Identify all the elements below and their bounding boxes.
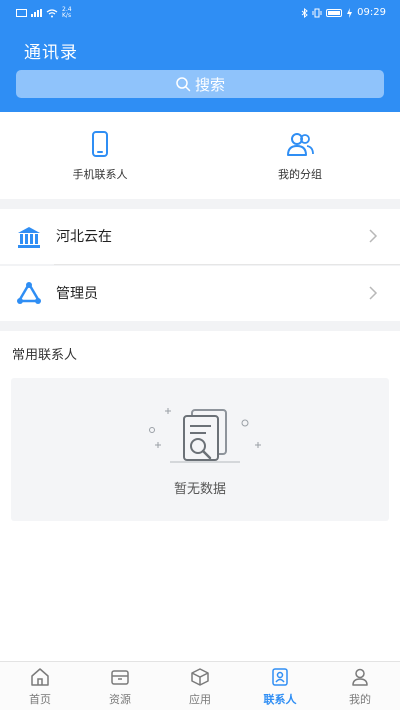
status-time: 09:29 xyxy=(357,7,386,18)
battery-icon xyxy=(326,8,343,17)
contacts-icon xyxy=(272,668,288,686)
cube-icon xyxy=(191,668,209,686)
status-right: 09:29 xyxy=(301,7,386,18)
sim-icon xyxy=(16,9,27,17)
bluetooth-icon xyxy=(301,7,308,18)
tab-label: 联系人 xyxy=(263,693,297,706)
header: 2.4 K/s 09:29 通讯录 搜索 xyxy=(0,0,400,112)
empty-state: 暂无数据 xyxy=(11,378,389,521)
org-row-admin[interactable]: 管理员 xyxy=(0,266,400,321)
building-icon xyxy=(18,227,40,248)
phone-icon xyxy=(92,131,108,157)
org-row-hebei[interactable]: 河北云在 xyxy=(0,209,400,264)
chevron-right-icon xyxy=(369,229,378,243)
no-data-icon xyxy=(149,408,261,463)
vibrate-icon xyxy=(312,8,322,17)
empty-text: 暂无数据 xyxy=(173,482,226,497)
tab-apps[interactable]: 应用 xyxy=(170,667,230,707)
my-groups-entry[interactable]: 我的分组 xyxy=(240,130,360,182)
chevron-right-icon xyxy=(369,286,378,300)
phone-contacts-entry[interactable]: 手机联系人 xyxy=(40,130,160,182)
tab-contacts[interactable]: 联系人 xyxy=(250,667,310,707)
my-groups-label: 我的分组 xyxy=(278,168,322,181)
admin-icon xyxy=(17,282,41,304)
section-title: 常用联系人 xyxy=(12,348,78,363)
resource-icon xyxy=(111,670,129,685)
divider xyxy=(54,264,400,265)
wifi-icon xyxy=(46,8,58,17)
page-title: 通讯录 xyxy=(24,43,78,63)
search-icon xyxy=(176,77,191,92)
person-icon xyxy=(352,668,368,686)
status-bar: 2.4 K/s 09:29 xyxy=(0,5,400,23)
net-speed: 2.4 K/s xyxy=(62,7,72,19)
tab-label: 首页 xyxy=(29,693,51,706)
tab-label: 我的 xyxy=(349,693,371,706)
tab-home[interactable]: 首页 xyxy=(10,667,70,707)
home-icon xyxy=(31,668,49,686)
tab-label: 应用 xyxy=(189,693,211,706)
tab-label: 资源 xyxy=(109,693,131,706)
search-label: 搜索 xyxy=(194,75,225,94)
signal-icon xyxy=(31,9,42,17)
org-label: 河北云在 xyxy=(56,229,112,245)
search-bar[interactable]: 搜索 xyxy=(16,70,384,98)
quick-entries: 手机联系人 我的分组 xyxy=(0,112,400,199)
admin-label: 管理员 xyxy=(56,286,98,302)
status-left: 2.4 K/s xyxy=(16,7,72,19)
group-icon xyxy=(287,133,314,156)
tab-resources[interactable]: 资源 xyxy=(90,667,150,707)
tab-mine[interactable]: 我的 xyxy=(330,667,390,707)
charging-icon xyxy=(347,7,353,18)
phone-contacts-label: 手机联系人 xyxy=(72,168,128,181)
bottom-tab-bar: 首页 资源 应用 联系人 我的 xyxy=(0,661,400,710)
net-speed-unit: K/s xyxy=(62,12,72,19)
frequent-contacts-section: 常用联系人 暂无数据 xyxy=(0,331,400,661)
